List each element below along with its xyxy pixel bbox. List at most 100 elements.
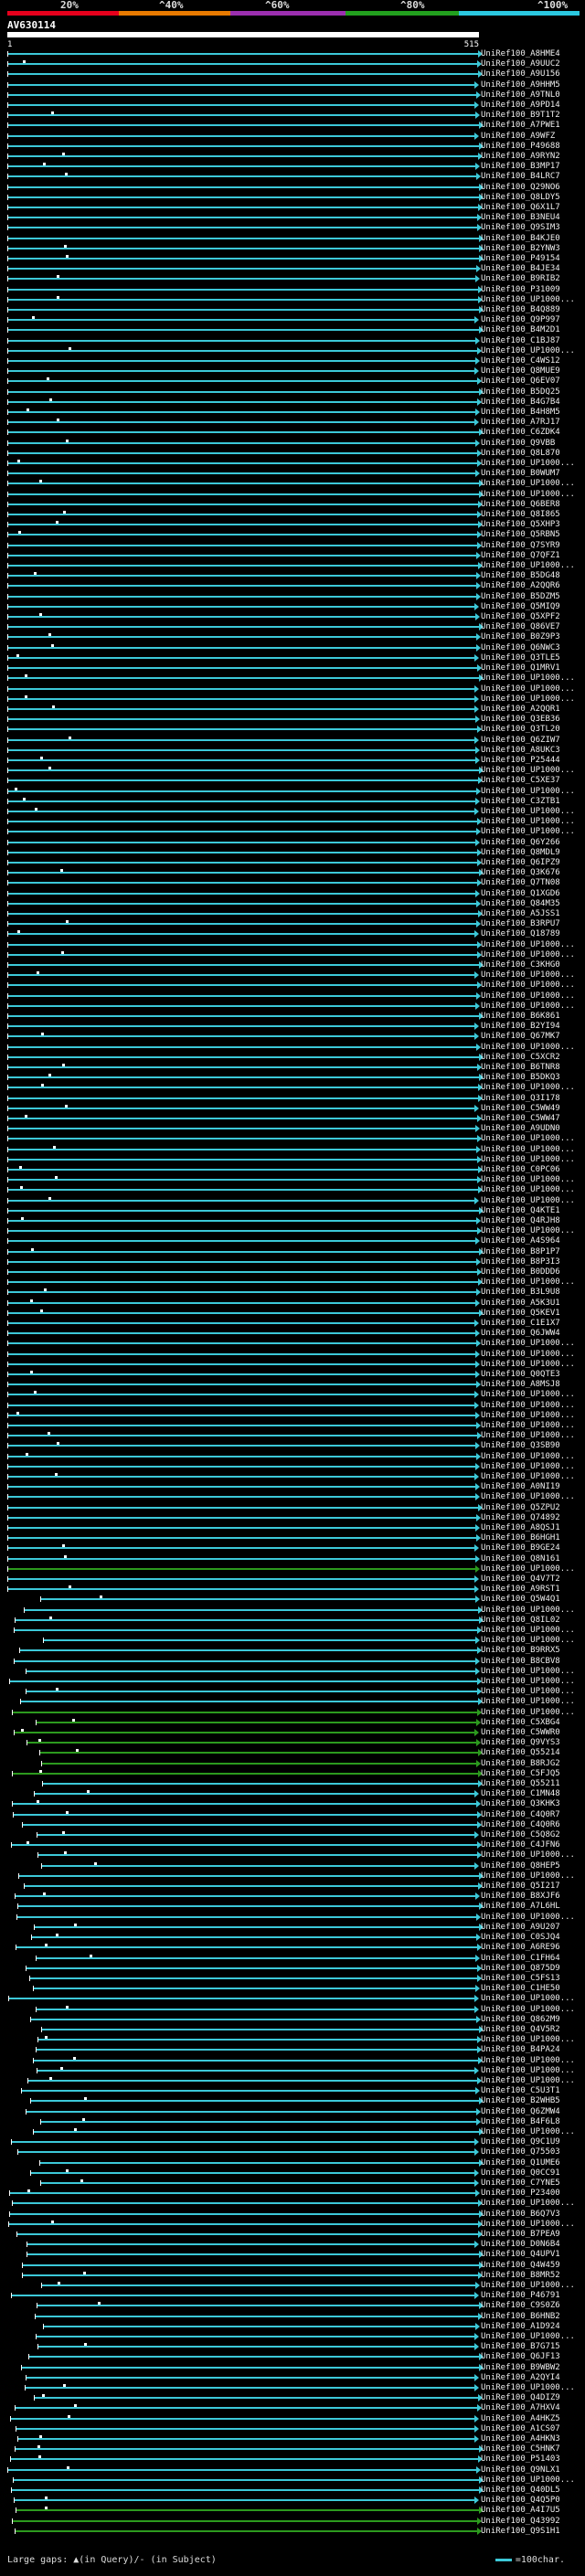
hit-label[interactable]: UniRef100_B6HGH1: [481, 1533, 560, 1542]
hit-label[interactable]: UniRef100_C5HNK7: [481, 2444, 560, 2454]
hit-label[interactable]: UniRef100_A1CS07: [481, 2424, 560, 2433]
hit-label[interactable]: UniRef100_Q43992: [481, 2517, 560, 2526]
hit-label[interactable]: UniRef100_Q8L870: [481, 449, 560, 458]
hit-label[interactable]: UniRef100_UP1000...: [481, 561, 575, 570]
hit-row[interactable]: UniRef100_P49154: [0, 254, 585, 263]
hit-row[interactable]: UniRef100_UP1000...: [0, 1145, 585, 1154]
hit-label[interactable]: UniRef100_B5DG48: [481, 571, 560, 580]
hit-row[interactable]: UniRef100_UP1000...: [0, 827, 585, 836]
hit-label[interactable]: UniRef100_B3NEU4: [481, 213, 560, 222]
hit-label[interactable]: UniRef100_UP1000...: [481, 1606, 575, 1615]
hit-row[interactable]: UniRef100_B4JE34: [0, 264, 585, 273]
hit-row[interactable]: UniRef100_B3NEU4: [0, 213, 585, 222]
hit-row[interactable]: UniRef100_UP1000...: [0, 1431, 585, 1440]
hit-row[interactable]: UniRef100_UP1000...: [0, 1492, 585, 1501]
hit-row[interactable]: UniRef100_A2QQR6: [0, 581, 585, 590]
hit-row[interactable]: UniRef100_C5XCR2: [0, 1053, 585, 1062]
hit-row[interactable]: UniRef100_UP1000...: [0, 807, 585, 816]
hit-label[interactable]: UniRef100_Q5MIQ9: [481, 602, 560, 611]
hit-row[interactable]: UniRef100_C1E1X7: [0, 1319, 585, 1328]
hit-label[interactable]: UniRef100_Q55214: [481, 1748, 560, 1757]
hit-label[interactable]: UniRef100_Q9S1H1: [481, 2527, 560, 2536]
hit-label[interactable]: UniRef100_A4I7U5: [481, 2506, 560, 2515]
hit-label[interactable]: UniRef100_A7PWE1: [481, 121, 560, 130]
hit-row[interactable]: UniRef100_UP1000...: [0, 694, 585, 704]
hit-row[interactable]: UniRef100_Q3KHK3: [0, 1799, 585, 1808]
hit-label[interactable]: UniRef100_B4G7B4: [481, 398, 560, 407]
hit-row[interactable]: UniRef100_A7L6HL: [0, 1902, 585, 1911]
hit-label[interactable]: UniRef100_A6RE96: [481, 1943, 560, 1952]
hit-label[interactable]: UniRef100_UP1000...: [481, 1411, 575, 1420]
hit-row[interactable]: UniRef100_Q8I865: [0, 510, 585, 519]
hit-label[interactable]: UniRef100_Q29NO6: [481, 183, 560, 192]
hit-row[interactable]: UniRef100_UP1000...: [0, 2066, 585, 2075]
hit-row[interactable]: UniRef100_UP1000...: [0, 1667, 585, 1676]
hit-label[interactable]: UniRef100_A8MSJ8: [481, 1380, 560, 1389]
hit-label[interactable]: UniRef100_A2QQR6: [481, 581, 560, 590]
hit-label[interactable]: UniRef100_UP1000...: [481, 2281, 575, 2290]
hit-label[interactable]: UniRef100_Q4DIZ9: [481, 2393, 560, 2402]
hit-row[interactable]: UniRef100_Q9VYS3: [0, 1738, 585, 1747]
hit-label[interactable]: UniRef100_Q75503: [481, 2147, 560, 2157]
hit-row[interactable]: UniRef100_UP1000...: [0, 561, 585, 570]
hit-label[interactable]: UniRef100_UP1000...: [481, 970, 575, 980]
hit-row[interactable]: UniRef100_A9UUC2: [0, 59, 585, 69]
hit-label[interactable]: UniRef100_B7G715: [481, 2342, 560, 2351]
hit-row[interactable]: UniRef100_Q5KEV1: [0, 1309, 585, 1318]
hit-label[interactable]: UniRef100_B4F6L8: [481, 2117, 560, 2126]
hit-row[interactable]: UniRef100_Q8MDL9: [0, 848, 585, 857]
hit-label[interactable]: UniRef100_UP1000...: [481, 950, 575, 959]
hit-label[interactable]: UniRef100_Q3SB90: [481, 1441, 560, 1450]
hit-label[interactable]: UniRef100_P31009: [481, 285, 560, 294]
hit-row[interactable]: UniRef100_Q3I178: [0, 1094, 585, 1103]
hit-row[interactable]: UniRef100_A9RST1: [0, 1585, 585, 1594]
hit-row[interactable]: UniRef100_UP1000...: [0, 479, 585, 488]
hit-row[interactable]: UniRef100_Q6ZMW4: [0, 2107, 585, 2116]
hit-label[interactable]: UniRef100_Q7QFZ1: [481, 551, 560, 560]
hit-row[interactable]: UniRef100_UP1000...: [0, 787, 585, 796]
hit-label[interactable]: UniRef100_Q0CC91: [481, 2168, 560, 2178]
hit-row[interactable]: UniRef100_Q5ZPU2: [0, 1503, 585, 1512]
hit-row[interactable]: UniRef100_P46791: [0, 2291, 585, 2300]
hit-label[interactable]: UniRef100_Q6ZIW7: [481, 736, 560, 745]
hit-row[interactable]: UniRef100_A6RE96: [0, 1943, 585, 1952]
hit-row[interactable]: UniRef100_B4LRC7: [0, 172, 585, 181]
hit-label[interactable]: UniRef100_Q1XGD6: [481, 889, 560, 898]
hit-label[interactable]: UniRef100_A2QQR1: [481, 705, 560, 714]
hit-row[interactable]: UniRef100_A8QSJ1: [0, 1523, 585, 1532]
hit-row[interactable]: UniRef100_Q1UME6: [0, 2158, 585, 2168]
hit-row[interactable]: UniRef100_UP1000...: [0, 970, 585, 980]
hit-row[interactable]: UniRef100_Q4W459: [0, 2261, 585, 2270]
hit-row[interactable]: UniRef100_C7YNE5: [0, 2178, 585, 2188]
hit-row[interactable]: UniRef100_UP1000...: [0, 1452, 585, 1461]
hit-label[interactable]: UniRef100_B2WHB5: [481, 2096, 560, 2105]
hit-label[interactable]: UniRef100_Q6ZMW4: [481, 2107, 560, 2116]
hit-label[interactable]: UniRef100_A9UUC2: [481, 59, 560, 69]
hit-label[interactable]: UniRef100_UP1000...: [481, 817, 575, 826]
hit-row[interactable]: UniRef100_A8MSJ8: [0, 1380, 585, 1389]
hit-label[interactable]: UniRef100_Q5RBN5: [481, 530, 560, 539]
hit-row[interactable]: UniRef100_Q7SYR9: [0, 541, 585, 550]
hit-label[interactable]: UniRef100_UP1000...: [481, 1871, 575, 1881]
hit-label[interactable]: UniRef100_UP1000...: [481, 2332, 575, 2341]
hit-label[interactable]: UniRef100_UP1000...: [481, 1472, 575, 1481]
hit-label[interactable]: UniRef100_B9RRX5: [481, 1646, 560, 1655]
hit-label[interactable]: UniRef100_A4S964: [481, 1236, 560, 1246]
hit-row[interactable]: UniRef100_UP1000...: [0, 2035, 585, 2044]
hit-label[interactable]: UniRef100_UP1000...: [481, 2035, 575, 2044]
hit-row[interactable]: UniRef100_UP1000...: [0, 1462, 585, 1471]
hit-label[interactable]: UniRef100_UP1000...: [481, 1155, 575, 1164]
hit-row[interactable]: UniRef100_Q1XGD6: [0, 889, 585, 898]
hit-row[interactable]: UniRef100_A5K3U1: [0, 1299, 585, 1308]
hit-row[interactable]: UniRef100_Q3K676: [0, 868, 585, 877]
hit-row[interactable]: UniRef100_Q5MIQ9: [0, 602, 585, 611]
hit-label[interactable]: UniRef100_Q5KEV1: [481, 1309, 560, 1318]
hit-row[interactable]: UniRef100_B7G715: [0, 2342, 585, 2351]
hit-label[interactable]: UniRef100_P49688: [481, 142, 560, 151]
hit-row[interactable]: UniRef100_B2WHB5: [0, 2096, 585, 2105]
hit-row[interactable]: UniRef100_UP1000...: [0, 1687, 585, 1696]
hit-row[interactable]: UniRef100_Q4KTE1: [0, 1206, 585, 1215]
hit-label[interactable]: UniRef100_Q6IPZ9: [481, 858, 560, 867]
hit-row[interactable]: UniRef100_B3RPU7: [0, 919, 585, 928]
hit-label[interactable]: UniRef100_Q3KHK3: [481, 1799, 560, 1808]
